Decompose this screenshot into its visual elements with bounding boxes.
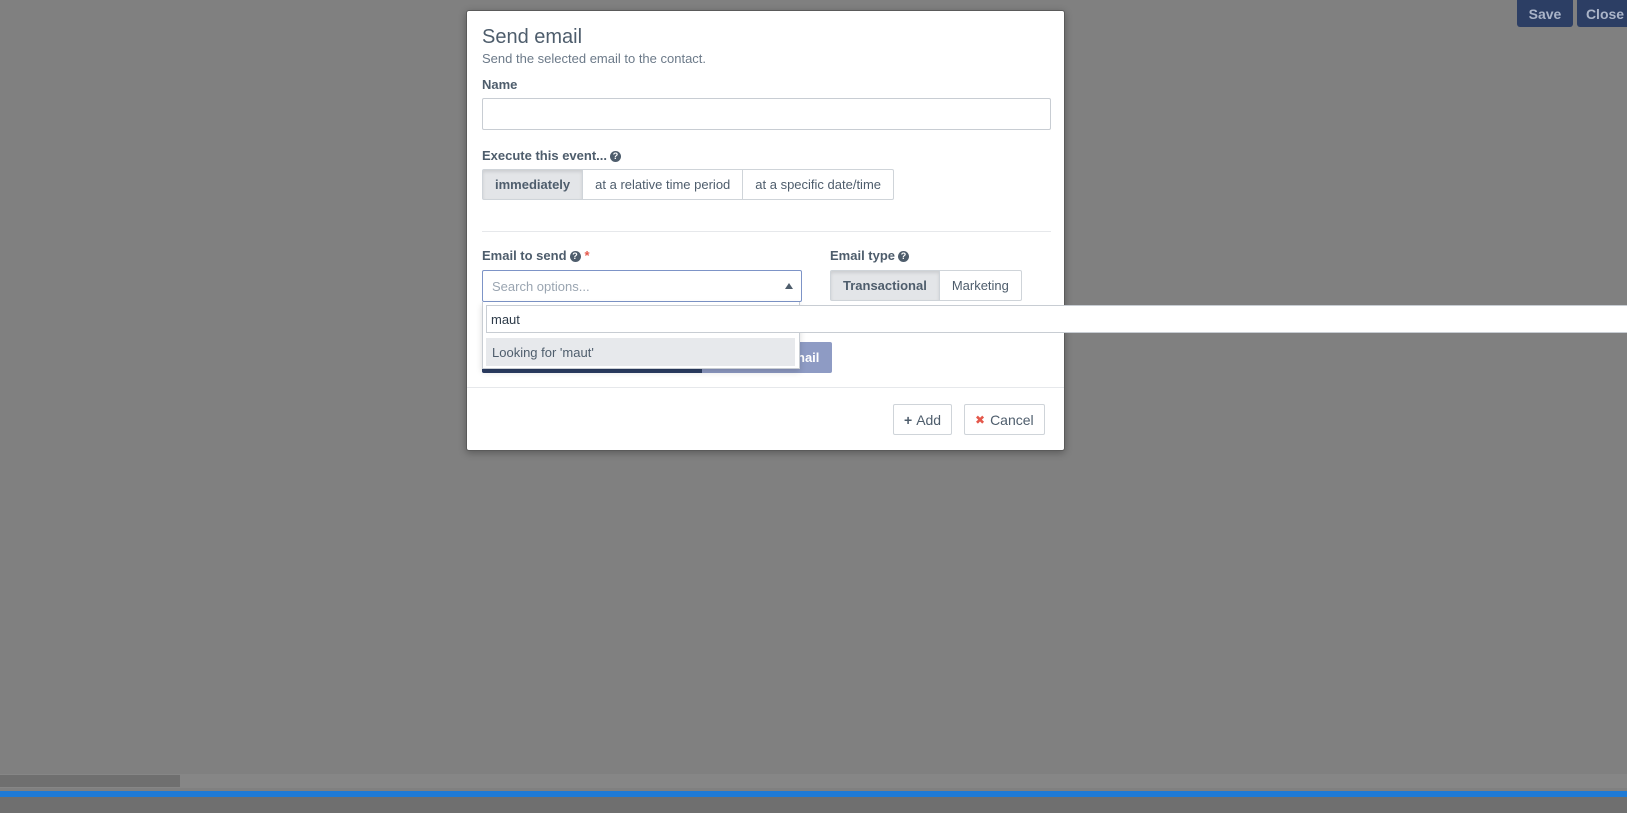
email-to-send-label: Email to send xyxy=(482,248,567,263)
bottom-strip xyxy=(0,797,1627,813)
section-divider xyxy=(482,231,1051,232)
execute-immediately-button[interactable]: immediately xyxy=(482,169,584,200)
email-type-button-group: Transactional Marketing xyxy=(830,270,1022,301)
help-icon[interactable]: ? xyxy=(569,251,581,262)
modal-subtitle: Send the selected email to the contact. xyxy=(482,51,707,66)
help-icon[interactable]: ? xyxy=(898,251,910,262)
cancel-label: Cancel xyxy=(990,411,1034,428)
close-button[interactable]: Close xyxy=(1577,0,1627,27)
email-type-transactional-button[interactable]: Transactional xyxy=(830,270,940,301)
cancel-button[interactable]: ✖ Cancel xyxy=(964,404,1045,435)
modal-title: Send email xyxy=(482,26,583,48)
caret-up-icon xyxy=(785,283,793,289)
required-asterisk: * xyxy=(584,248,590,263)
execute-label: Execute this event... xyxy=(482,148,607,163)
name-input[interactable] xyxy=(482,98,1051,130)
dropdown-search-input[interactable] xyxy=(486,305,1627,333)
help-icon[interactable]: ? xyxy=(610,151,621,162)
email-action-button-label: nail xyxy=(797,350,820,365)
horizontal-scrollbar[interactable] xyxy=(0,774,1627,788)
email-type-marketing-button[interactable]: Marketing xyxy=(938,270,1022,301)
email-select-placeholder: Search options... xyxy=(492,278,590,294)
email-to-send-label-wrap: Email to send? * xyxy=(482,248,590,263)
close-icon: ✖ xyxy=(975,412,986,427)
name-label: Name xyxy=(482,77,518,92)
scrollbar-thumb[interactable] xyxy=(0,775,180,787)
execute-relative-button[interactable]: at a relative time period xyxy=(582,169,744,200)
execute-button-group: immediately at a relative time period at… xyxy=(482,169,895,200)
add-button[interactable]: + Add xyxy=(893,404,953,435)
execute-specific-button[interactable]: at a specific date/time xyxy=(742,169,895,200)
email-type-label-wrap: Email type? xyxy=(830,248,910,263)
save-button[interactable]: Save xyxy=(1517,0,1573,27)
dropdown-option[interactable]: Looking for 'maut' xyxy=(486,338,795,366)
send-email-modal: Send email Send the selected email to th… xyxy=(466,10,1065,451)
add-label: Add xyxy=(916,411,942,428)
plus-icon: + xyxy=(904,411,913,428)
execute-label-wrap: Execute this event...? xyxy=(482,148,621,163)
footer-divider xyxy=(467,387,1064,388)
email-type-label: Email type xyxy=(830,248,896,263)
email-select[interactable]: Search options... xyxy=(482,270,802,302)
